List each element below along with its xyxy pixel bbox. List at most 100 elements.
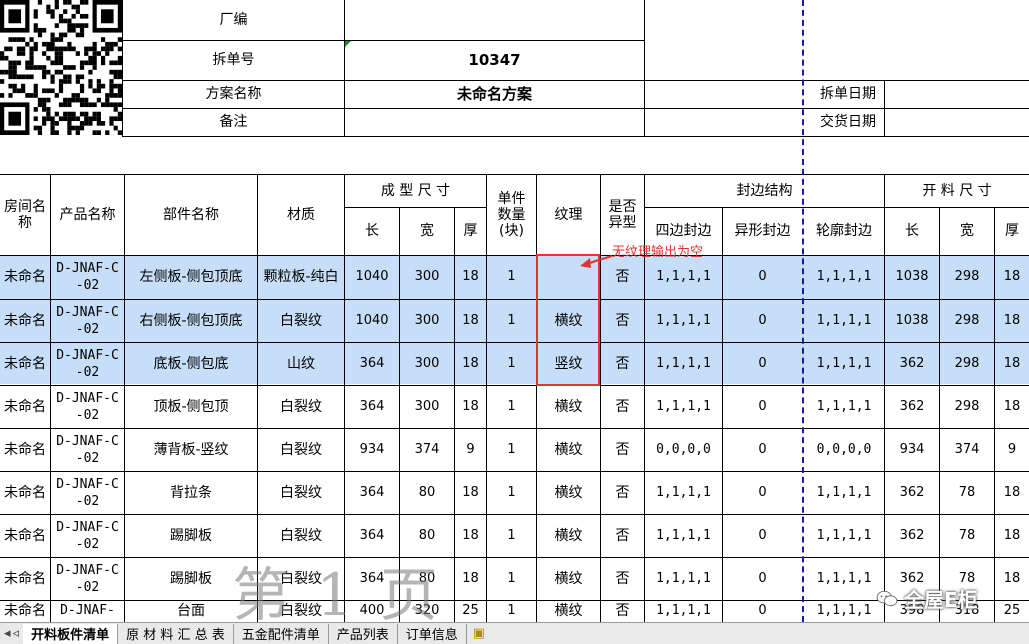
cell-ct[interactable]: 18 bbox=[995, 386, 1029, 429]
cell-qty[interactable]: 1 bbox=[487, 429, 536, 472]
cell-cw[interactable]: 78 bbox=[940, 472, 994, 515]
cell-special[interactable]: 否 bbox=[601, 429, 644, 472]
cell-contour[interactable]: 1,1,1,1 bbox=[804, 256, 884, 299]
cell-material[interactable]: 白裂纹 bbox=[258, 472, 344, 515]
cell-w[interactable]: 300 bbox=[400, 386, 454, 429]
cell-ct[interactable]: 25 bbox=[995, 601, 1029, 622]
cell-t[interactable]: 18 bbox=[455, 558, 486, 601]
cell-room[interactable]: 未命名 bbox=[0, 386, 50, 429]
cell-room[interactable]: 未命名 bbox=[0, 429, 50, 472]
cell-qty[interactable]: 1 bbox=[487, 472, 536, 515]
cell-product[interactable]: D-JNAF-C-02 bbox=[51, 515, 124, 558]
cell-edge4[interactable]: 1,1,1,1 bbox=[645, 300, 722, 343]
cell-edge4[interactable]: 1,1,1,1 bbox=[645, 515, 722, 558]
cell-grain[interactable]: 横纹 bbox=[537, 429, 600, 472]
cell-cw[interactable]: 374 bbox=[940, 429, 994, 472]
cell-ct[interactable]: 18 bbox=[995, 515, 1029, 558]
spreadsheet[interactable]: 厂编 拆单号 10347 方案名称 未命名方案 拆单日期 备注 交货日期 房间名… bbox=[0, 0, 1029, 622]
cell-cl[interactable]: 1038 bbox=[885, 256, 939, 299]
cell-w[interactable]: 300 bbox=[400, 300, 454, 343]
cell-qty[interactable]: 1 bbox=[487, 256, 536, 299]
sheet-tab[interactable]: 开料板件清单 bbox=[23, 623, 119, 644]
cell-cw[interactable]: 298 bbox=[940, 256, 994, 299]
cell-edge4[interactable]: 1,1,1,1 bbox=[645, 256, 722, 299]
cell-contour[interactable]: 1,1,1,1 bbox=[804, 343, 884, 386]
cell-w[interactable]: 300 bbox=[400, 343, 454, 386]
cell-product[interactable]: D-JNAF-C-02 bbox=[51, 429, 124, 472]
cell-edge4[interactable]: 1,1,1,1 bbox=[645, 558, 722, 601]
cell-ct[interactable]: 18 bbox=[995, 300, 1029, 343]
cell-ct[interactable]: 18 bbox=[995, 256, 1029, 299]
cell-edge_special[interactable]: 0 bbox=[723, 386, 802, 429]
cell-grain[interactable]: 横纹 bbox=[537, 558, 600, 601]
cell-product[interactable]: D-JNAF-C-02 bbox=[51, 343, 124, 386]
cell-qty[interactable]: 1 bbox=[487, 601, 536, 622]
cell-l[interactable]: 1040 bbox=[345, 300, 399, 343]
cell-product[interactable]: D-JNAF-C-02 bbox=[51, 256, 124, 299]
cell-t[interactable]: 18 bbox=[455, 472, 486, 515]
cell-part[interactable]: 顶板-侧包顶 bbox=[125, 386, 257, 429]
cell-product[interactable]: D-JNAF- bbox=[51, 601, 124, 622]
cell-part[interactable]: 背拉条 bbox=[125, 472, 257, 515]
cell-special[interactable]: 否 bbox=[601, 558, 644, 601]
cell-w[interactable]: 300 bbox=[400, 256, 454, 299]
cell-qty[interactable]: 1 bbox=[487, 386, 536, 429]
cell-special[interactable]: 否 bbox=[601, 386, 644, 429]
cell-product[interactable]: D-JNAF-C-02 bbox=[51, 386, 124, 429]
cell-room[interactable]: 未命名 bbox=[0, 472, 50, 515]
cell-grain[interactable]: 横纹 bbox=[537, 386, 600, 429]
cell-room[interactable]: 未命名 bbox=[0, 515, 50, 558]
cell-room[interactable]: 未命名 bbox=[0, 601, 50, 622]
cell-l[interactable]: 364 bbox=[345, 386, 399, 429]
cell-grain[interactable]: 横纹 bbox=[537, 515, 600, 558]
factory-value-cell[interactable] bbox=[345, 0, 644, 40]
tab-first-icon[interactable]: ◂ bbox=[4, 626, 11, 641]
cell-cl[interactable]: 1038 bbox=[885, 300, 939, 343]
cell-contour[interactable]: 1,1,1,1 bbox=[804, 472, 884, 515]
cell-edge4[interactable]: 0,0,0,0 bbox=[645, 429, 722, 472]
cell-grain[interactable]: 横纹 bbox=[537, 601, 600, 622]
sheet-tab[interactable]: 订单信息 bbox=[398, 623, 467, 644]
cell-cw[interactable]: 298 bbox=[940, 386, 994, 429]
cell-part[interactable]: 右侧板-侧包顶底 bbox=[125, 300, 257, 343]
sheet-tab[interactable]: 产品列表 bbox=[329, 623, 398, 644]
cell-edge4[interactable]: 1,1,1,1 bbox=[645, 601, 722, 622]
cell-edge4[interactable]: 1,1,1,1 bbox=[645, 343, 722, 386]
cell-qty[interactable]: 1 bbox=[487, 558, 536, 601]
cell-product[interactable]: D-JNAF-C-02 bbox=[51, 300, 124, 343]
order-no-value[interactable]: 10347 bbox=[345, 41, 644, 80]
cell-cl[interactable]: 362 bbox=[885, 515, 939, 558]
cell-room[interactable]: 未命名 bbox=[0, 558, 50, 601]
cell-w[interactable]: 374 bbox=[400, 429, 454, 472]
cell-material[interactable]: 山纹 bbox=[258, 343, 344, 386]
cell-ct[interactable]: 9 bbox=[995, 429, 1029, 472]
cell-edge_special[interactable]: 0 bbox=[723, 343, 802, 386]
cell-part[interactable]: 薄背板-竖纹 bbox=[125, 429, 257, 472]
cell-room[interactable]: 未命名 bbox=[0, 256, 50, 299]
cell-special[interactable]: 否 bbox=[601, 515, 644, 558]
cell-cl[interactable]: 362 bbox=[885, 386, 939, 429]
cell-contour[interactable]: 1,1,1,1 bbox=[804, 601, 884, 622]
sheet-tab[interactable]: 原 材 料 汇 总 表 bbox=[118, 623, 234, 644]
cell-edge_special[interactable]: 0 bbox=[723, 300, 802, 343]
cell-cw[interactable]: 78 bbox=[940, 515, 994, 558]
cell-t[interactable]: 25 bbox=[455, 601, 486, 622]
cell-edge4[interactable]: 1,1,1,1 bbox=[645, 386, 722, 429]
cell-contour[interactable]: 0,0,0,0 bbox=[804, 429, 884, 472]
cell-material[interactable]: 白裂纹 bbox=[258, 429, 344, 472]
cell-contour[interactable]: 1,1,1,1 bbox=[804, 386, 884, 429]
cell-t[interactable]: 18 bbox=[455, 386, 486, 429]
cell-ct[interactable]: 18 bbox=[995, 472, 1029, 515]
cell-product[interactable]: D-JNAF-C-02 bbox=[51, 472, 124, 515]
cell-grain[interactable]: 横纹 bbox=[537, 472, 600, 515]
cell-edge_special[interactable]: 0 bbox=[723, 429, 802, 472]
cell-contour[interactable]: 1,1,1,1 bbox=[804, 515, 884, 558]
cell-w[interactable]: 80 bbox=[400, 472, 454, 515]
cell-part[interactable]: 底板-侧包底 bbox=[125, 343, 257, 386]
cell-edge_special[interactable]: 0 bbox=[723, 515, 802, 558]
cell-special[interactable]: 否 bbox=[601, 601, 644, 622]
cell-cw[interactable]: 298 bbox=[940, 343, 994, 386]
cell-cl[interactable]: 362 bbox=[885, 472, 939, 515]
cell-l[interactable]: 1040 bbox=[345, 256, 399, 299]
cell-special[interactable]: 否 bbox=[601, 300, 644, 343]
